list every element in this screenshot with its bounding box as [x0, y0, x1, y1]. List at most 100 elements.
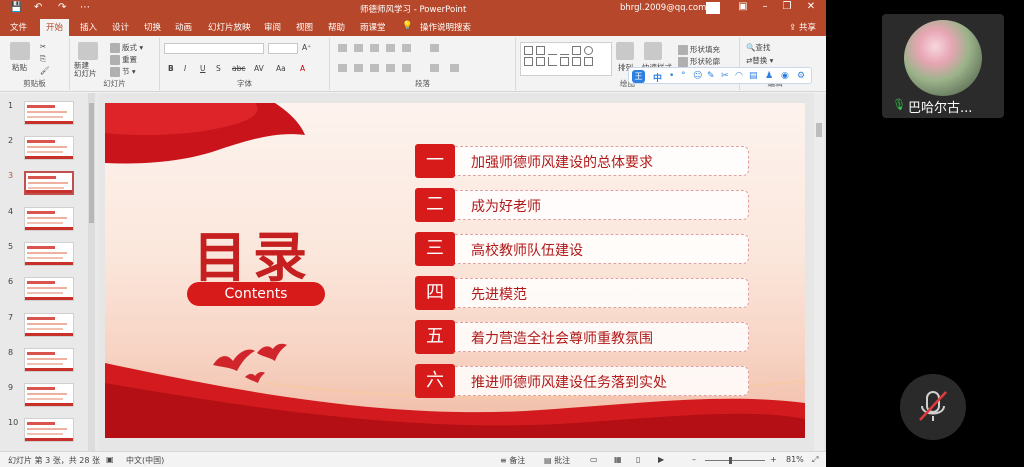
copy-icon[interactable]: ⎘ — [40, 54, 46, 64]
shapes-gallery[interactable] — [520, 42, 612, 76]
slideshow-view-icon[interactable]: ▶ — [658, 455, 664, 464]
tab-animations[interactable]: 动画 — [175, 21, 192, 33]
tab-insert[interactable]: 插入 — [80, 21, 97, 33]
ime-user-icon[interactable]: ♟ — [765, 71, 773, 81]
textbox-shape-icon[interactable] — [524, 46, 533, 55]
curve-shape-icon[interactable] — [572, 57, 581, 66]
find-button[interactable]: 🔍查找 — [746, 42, 770, 53]
format-painter-icon[interactable]: 🖌 — [40, 66, 50, 75]
vtextbox-shape-icon[interactable] — [536, 46, 545, 55]
slide-thumbnail-7[interactable] — [24, 313, 74, 337]
replace-button[interactable]: ⇄替换 ▾ — [746, 55, 773, 66]
ime-keyboard-icon[interactable]: ▤ — [749, 71, 758, 81]
ime-emoji-icon[interactable]: ☺ — [693, 71, 702, 81]
toc-item-2[interactable]: 二 成为好老师 — [415, 188, 749, 222]
notes-button[interactable]: ≡ 备注 — [500, 455, 525, 466]
tab-slideshow[interactable]: 幻灯片放映 — [208, 21, 251, 33]
mute-toggle-button[interactable] — [900, 374, 966, 440]
new-slide-button[interactable]: 新建 幻灯片 — [74, 62, 97, 78]
tell-me-search[interactable]: 操作说明搜索 — [420, 21, 471, 33]
brace-shape-icon[interactable] — [584, 57, 593, 66]
slide-thumbnail-8[interactable] — [24, 348, 74, 372]
close-icon[interactable]: ✕ — [804, 1, 818, 15]
bullets-icon[interactable] — [338, 44, 347, 52]
reset-button[interactable]: 重置 — [110, 54, 137, 65]
tab-view[interactable]: 视图 — [296, 21, 313, 33]
slide-scroll-thumb[interactable] — [816, 123, 822, 137]
slide-thumbnail-6[interactable] — [24, 277, 74, 301]
line-shape-icon[interactable] — [548, 46, 557, 55]
text-direction-icon[interactable] — [430, 44, 439, 52]
comments-button[interactable]: ▤ 批注 — [544, 455, 570, 466]
toc-item-1[interactable]: 一 加强师德师风建设的总体要求 — [415, 144, 749, 178]
slide-title[interactable]: 目录 — [193, 213, 333, 292]
underline-button[interactable]: U — [200, 64, 206, 73]
align-text-icon[interactable] — [430, 64, 439, 72]
rtriangle-shape-icon[interactable] — [536, 57, 545, 66]
slide-canvas[interactable]: 目录 Contents 一 加强师德师风建设的总体要求 二 成为好老师 三 高校… — [105, 103, 805, 438]
save-icon[interactable]: 💾 — [10, 2, 22, 13]
minimize-icon[interactable]: – — [758, 1, 772, 15]
font-color-button[interactable]: A — [300, 64, 305, 73]
slide-thumbnail-5[interactable] — [24, 242, 74, 266]
align-right-icon[interactable] — [370, 64, 379, 72]
customize-qat-icon[interactable]: ⋯ — [80, 2, 90, 13]
tab-review[interactable]: 审阅 — [264, 21, 281, 33]
zoom-out-button[interactable]: – — [692, 455, 696, 464]
zoom-slider[interactable] — [705, 460, 765, 461]
zoom-in-button[interactable]: + — [770, 455, 777, 464]
ime-fullwidth-icon[interactable]: ° — [681, 71, 686, 81]
zoom-level[interactable]: 81% — [786, 455, 804, 464]
ime-cloud-icon[interactable]: ◠ — [735, 71, 743, 81]
change-case-button[interactable]: Aa — [276, 64, 286, 73]
slide-thumbnail-2[interactable] — [24, 136, 74, 160]
thumbnail-scroll-thumb[interactable] — [89, 103, 94, 223]
participant-tile[interactable]: 🎙 巴哈尔古... — [882, 14, 1004, 118]
normal-view-icon[interactable]: ▭ — [590, 455, 598, 464]
columns-icon[interactable] — [402, 64, 411, 72]
italic-button[interactable]: I — [184, 64, 186, 73]
increase-indent-icon[interactable] — [386, 44, 395, 52]
bold-button[interactable]: B — [168, 64, 174, 73]
restore-icon[interactable]: ❐ — [780, 1, 794, 15]
toc-item-6[interactable]: 六 推进师德师风建设任务落到实处 — [415, 364, 749, 398]
spellcheck-icon[interactable]: ▣ — [106, 455, 114, 464]
fit-to-window-icon[interactable]: ⤢ — [812, 455, 818, 465]
smartart-icon[interactable] — [450, 64, 459, 72]
user-account[interactable]: bhrgl.2009@qq.com — [620, 3, 706, 13]
elbow-shape-icon[interactable] — [548, 57, 557, 66]
toc-item-4[interactable]: 四 先进模范 — [415, 276, 749, 310]
cut-icon[interactable]: ✂ — [40, 42, 46, 51]
font-name-dropdown[interactable] — [164, 43, 264, 54]
align-left-icon[interactable] — [338, 64, 347, 72]
reading-view-icon[interactable]: ▯ — [636, 455, 640, 464]
paste-button[interactable]: 粘贴 — [12, 62, 27, 73]
shape-outline-button[interactable]: 形状轮廓 — [678, 56, 720, 67]
tab-design[interactable]: 设计 — [112, 21, 129, 33]
slide-scrollbar[interactable] — [814, 93, 824, 451]
shape-fill-button[interactable]: 形状填充 — [678, 44, 720, 55]
char-spacing-button[interactable]: AV — [254, 64, 264, 73]
ime-chinese-mode[interactable]: 中 — [653, 71, 662, 84]
numbering-icon[interactable] — [354, 44, 363, 52]
oval-shape-icon[interactable] — [584, 46, 593, 55]
toc-item-3[interactable]: 三 高校教师队伍建设 — [415, 232, 749, 266]
ime-logo-icon[interactable]: 王 — [632, 70, 645, 83]
slide-sorter-icon[interactable]: ▦ — [614, 455, 622, 464]
zoom-slider-thumb[interactable] — [729, 457, 733, 464]
arrange-icon[interactable] — [616, 42, 634, 60]
ime-handwrite-icon[interactable]: ✎ — [707, 71, 715, 81]
section-button[interactable]: 节 ▾ — [110, 66, 136, 77]
toc-item-5[interactable]: 五 着力营造全社会尊师重教氛围 — [415, 320, 749, 354]
paste-icon[interactable] — [10, 42, 30, 60]
slide-thumbnail-10[interactable] — [24, 418, 74, 442]
slide-subtitle[interactable]: Contents — [187, 282, 325, 306]
arrow-shape-icon[interactable] — [560, 46, 569, 55]
grow-font-icon[interactable]: A⁺ — [302, 43, 311, 52]
pentagon-shape-icon[interactable] — [560, 57, 569, 66]
language-indicator[interactable]: 中文(中国) — [126, 455, 164, 466]
redo-icon[interactable]: ↷ — [58, 2, 66, 13]
align-center-icon[interactable] — [354, 64, 363, 72]
tab-help[interactable]: 帮助 — [328, 21, 345, 33]
slide-thumbnail-9[interactable] — [24, 383, 74, 407]
